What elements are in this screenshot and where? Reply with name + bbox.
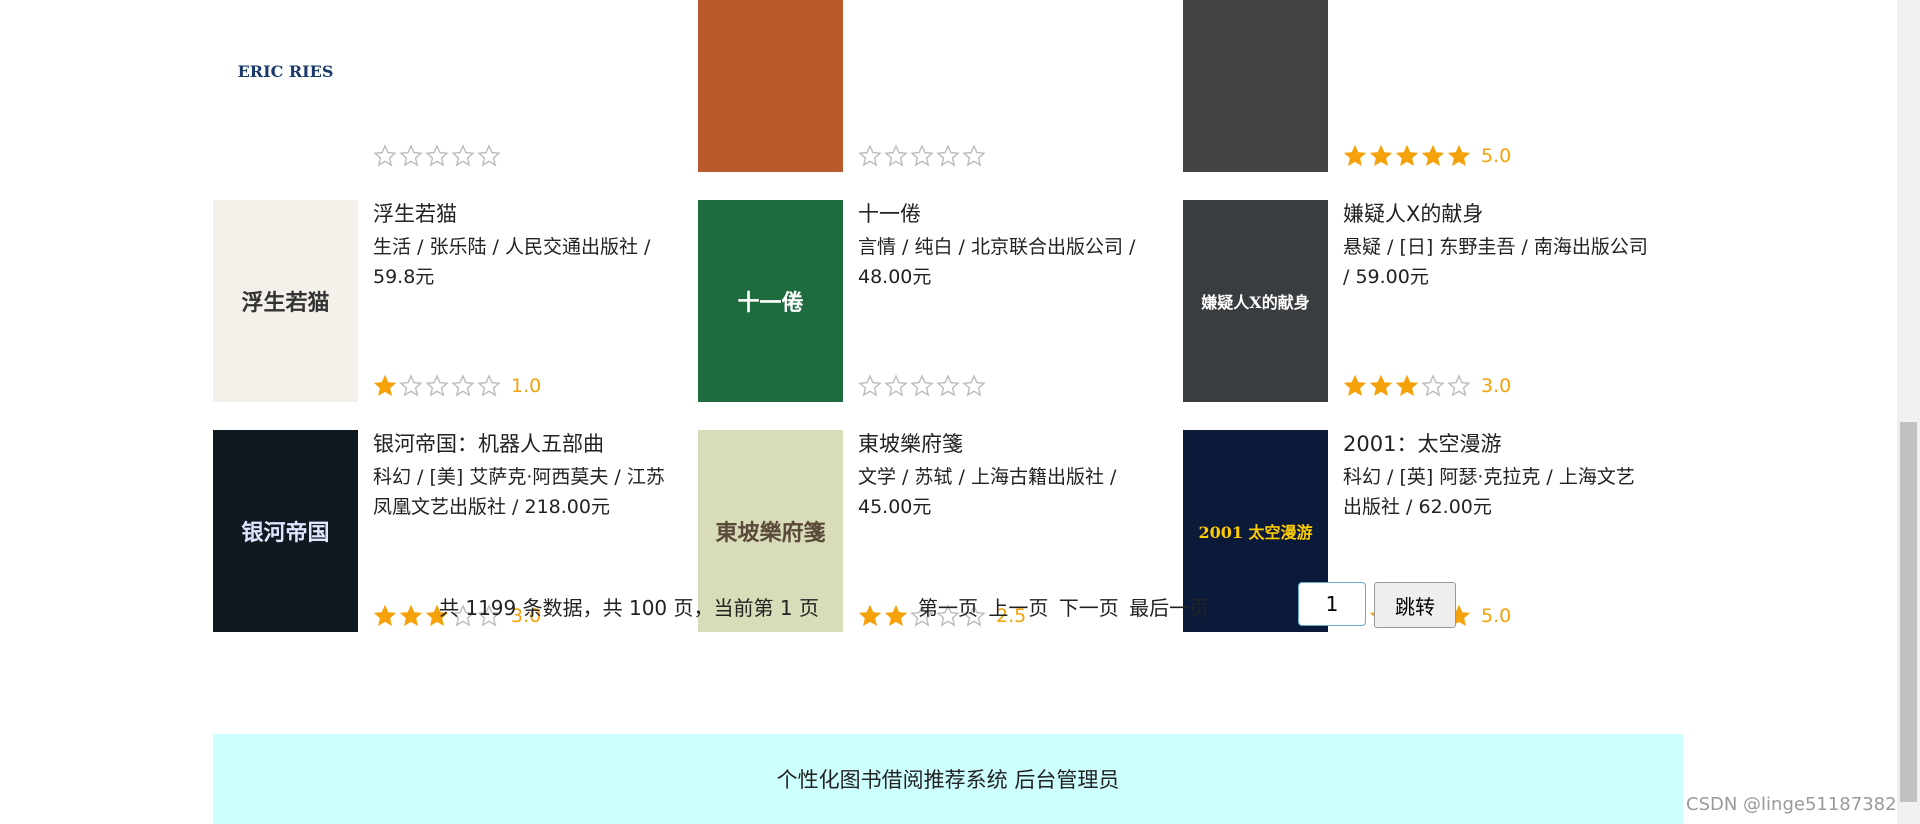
first-page-link[interactable]: 第一页 [918, 596, 978, 620]
star-rating [858, 374, 996, 398]
book-cover-text: 嫌疑人X的献身 [1201, 293, 1310, 312]
star-filled-icon [1395, 144, 1419, 167]
book-info [858, 0, 1163, 172]
book-meta: 悬疑 / [日] 东野圭吾 / 南海出版公司 / 59.00元 [1343, 236, 1648, 288]
book-meta: 言情 / 纯白 / 北京联合出版公司 / 48.00元 [858, 236, 1136, 288]
star-empty-icon [910, 144, 934, 167]
book-title[interactable]: 浮生若猫 [373, 200, 678, 228]
pagination-summary: 共 1199 条数据，共 100 页，当前第 1 页 [439, 596, 819, 620]
book-card[interactable]: 浮生若猫 浮生若猫 生活 / 张乐陆 / 人民交通出版社 / 59.8元 1.0 [213, 200, 698, 430]
book-cover-text: 十一倦 [737, 290, 804, 316]
star-empty-icon [1421, 374, 1445, 397]
star-empty-icon [962, 374, 986, 397]
book-cover-text: 银河帝国 [241, 520, 330, 546]
book-cover-text: 浮生若猫 [241, 290, 330, 316]
star-filled-icon [1447, 144, 1471, 167]
star-filled-icon [1395, 374, 1419, 397]
book-cover-text: ERIC RIES [237, 61, 334, 81]
star-empty-icon [1447, 374, 1471, 397]
star-empty-icon [399, 144, 423, 167]
star-filled-icon [1343, 374, 1367, 397]
pagination-nav: 第一页 上一页 下一页 最后一页 [918, 592, 1213, 621]
book-cover-image[interactable] [698, 0, 843, 172]
book-title[interactable]: 银河帝国：机器人五部曲 [373, 430, 678, 458]
star-rating [858, 144, 996, 168]
next-page-link[interactable]: 下一页 [1059, 596, 1119, 620]
book-cover-image[interactable]: ERIC RIES [213, 0, 358, 172]
page: ERIC RIES 5.0 浮生若猫 浮生若猫 生活 / 张乐陆 / 人民交通出版社 /… [0, 0, 1897, 824]
book-card[interactable]: ERIC RIES [213, 0, 698, 200]
book-title[interactable]: 嫌疑人X的献身 [1343, 200, 1648, 228]
prev-page-link[interactable]: 上一页 [988, 596, 1048, 620]
watermark: CSDN @linge511873822 [1686, 794, 1909, 815]
star-empty-icon [477, 374, 501, 397]
star-rating [373, 144, 511, 168]
book-cover-image[interactable]: 浮生若猫 [213, 200, 358, 402]
book-card[interactable]: 5.0 [1183, 0, 1668, 200]
star-empty-icon [373, 144, 397, 167]
star-rating: 5.0 [1343, 144, 1511, 168]
star-empty-icon [477, 144, 501, 167]
rating-score: 3.0 [1481, 375, 1512, 397]
book-info: 十一倦言情 / 纯白 / 北京联合出版公司 / 48.00元 [858, 200, 1163, 402]
star-empty-icon [451, 144, 475, 167]
star-filled-icon [1369, 374, 1393, 397]
jump-button[interactable]: 跳转 [1374, 582, 1456, 628]
book-title[interactable]: 十一倦 [858, 200, 1163, 228]
star-filled-icon [1369, 144, 1393, 167]
star-rating: 3.0 [1343, 374, 1511, 398]
star-empty-icon [884, 374, 908, 397]
book-cover-image[interactable] [1183, 0, 1328, 172]
scrollbar[interactable] [1897, 0, 1920, 824]
star-empty-icon [425, 144, 449, 167]
pagination: 共 1199 条数据，共 100 页，当前第 1 页 第一页 上一页 下一页 最… [0, 582, 1920, 632]
book-info [373, 0, 678, 172]
book-card[interactable] [698, 0, 1183, 200]
star-empty-icon [425, 374, 449, 397]
book-meta: 科幻 / [美] 艾萨克·阿西莫夫 / 江苏凤凰文艺出版社 / 218.00元 [373, 466, 665, 518]
star-empty-icon [884, 144, 908, 167]
star-empty-icon [451, 374, 475, 397]
book-card[interactable]: 嫌疑人X的献身 嫌疑人X的献身 悬疑 / [日] 东野圭吾 / 南海出版公司 / 5… [1183, 200, 1668, 430]
book-title[interactable]: 2001：太空漫游 [1343, 430, 1648, 458]
footer-text: 个性化图书借阅推荐系统 后台管理员 [776, 768, 1120, 792]
star-empty-icon [910, 374, 934, 397]
book-meta: 生活 / 张乐陆 / 人民交通出版社 / 59.8元 [373, 236, 651, 288]
star-filled-icon [1421, 144, 1445, 167]
footer: 个性化图书借阅推荐系统 后台管理员 [213, 734, 1683, 824]
book-card[interactable]: 十一倦 十一倦 言情 / 纯白 / 北京联合出版公司 / 48.00元 [698, 200, 1183, 430]
book-meta: 文学 / 苏轼 / 上海古籍出版社 / 45.00元 [858, 466, 1117, 518]
book-info: 嫌疑人X的献身悬疑 / [日] 东野圭吾 / 南海出版公司 / 59.00元 3.… [1343, 200, 1648, 402]
star-rating: 1.0 [373, 374, 541, 398]
star-empty-icon [858, 374, 882, 397]
book-cover-text: 2001 太空漫游 [1198, 523, 1313, 542]
rating-score: 5.0 [1481, 145, 1512, 167]
book-grid: ERIC RIES 5.0 浮生若猫 浮生若猫 生活 / 张乐陆 / 人民交通出版社 /… [213, 0, 1683, 660]
star-empty-icon [858, 144, 882, 167]
page-number-input[interactable] [1298, 582, 1366, 626]
last-page-link[interactable]: 最后一页 [1129, 596, 1209, 620]
star-empty-icon [936, 374, 960, 397]
star-filled-icon [1343, 144, 1367, 167]
star-empty-icon [962, 144, 986, 167]
rating-score: 1.0 [511, 375, 542, 397]
book-info: 浮生若猫生活 / 张乐陆 / 人民交通出版社 / 59.8元 1.0 [373, 200, 678, 402]
star-empty-icon [936, 144, 960, 167]
book-title[interactable]: 東坡樂府箋 [858, 430, 1163, 458]
book-info: 5.0 [1343, 0, 1648, 172]
star-filled-icon [373, 374, 397, 397]
book-meta: 科幻 / [英] 阿瑟·克拉克 / 上海文艺出版社 / 62.00元 [1343, 466, 1635, 518]
book-cover-text: 東坡樂府箋 [715, 520, 826, 546]
book-cover-image[interactable]: 十一倦 [698, 200, 843, 402]
book-cover-image[interactable]: 嫌疑人X的献身 [1183, 200, 1328, 402]
star-empty-icon [399, 374, 423, 397]
scrollbar-thumb[interactable] [1900, 422, 1917, 802]
